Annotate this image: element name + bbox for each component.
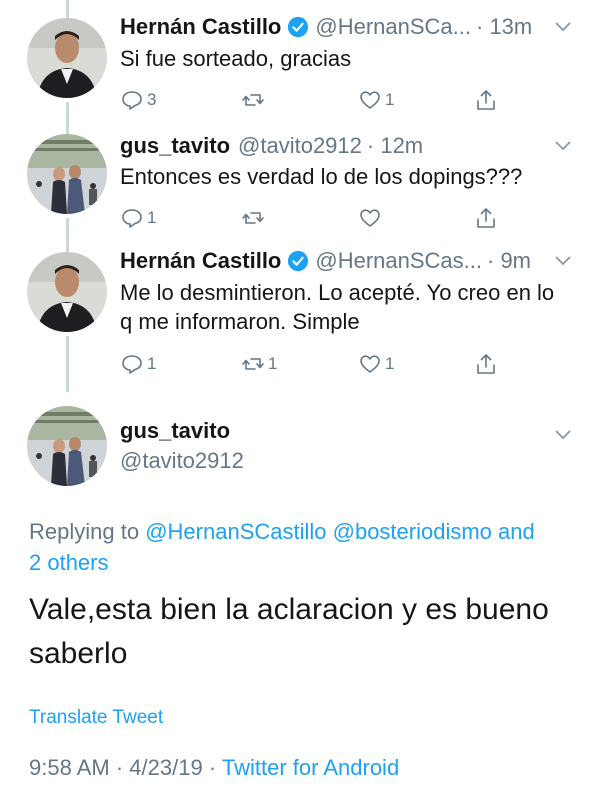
reply-icon	[122, 91, 142, 110]
like-button[interactable]: 1	[358, 88, 394, 112]
share-button[interactable]	[474, 206, 501, 230]
verified-badge-icon	[288, 250, 309, 272]
retweet-icon	[242, 358, 264, 370]
author-name[interactable]: Hernán Castillo	[120, 248, 281, 274]
chevron-down-icon[interactable]	[553, 424, 573, 444]
others-link[interactable]: 2 others	[29, 550, 109, 575]
tweet-metadata: 9:58 AM · 4/23/19 · Twitter for Android	[29, 755, 399, 781]
tweet-text: Si fue sorteado, gracias	[120, 46, 352, 71]
retweet-button[interactable]: 1	[241, 352, 277, 376]
translate-tweet-link[interactable]: Translate Tweet	[29, 707, 163, 729]
heart-icon	[360, 355, 380, 373]
like-button[interactable]	[358, 206, 385, 230]
tweet[interactable]: Hernán Castillo @HernanSCas... · 9m Me l…	[0, 242, 597, 392]
like-count: 1	[385, 354, 395, 373]
author-handle[interactable]: @HernanSCas...	[315, 248, 482, 274]
author-name[interactable]: gus_tavito	[120, 418, 230, 444]
retweet-button[interactable]	[241, 88, 268, 112]
share-button[interactable]	[474, 88, 501, 112]
share-icon	[477, 90, 495, 110]
verified-badge-icon	[288, 16, 309, 38]
reply-count: 3	[147, 90, 157, 109]
tweet-time: · 12m	[366, 133, 424, 158]
retweet-button[interactable]	[241, 206, 268, 230]
avatar-gus[interactable]	[27, 406, 107, 486]
author-name[interactable]: gus_tavito	[120, 133, 230, 159]
tweet[interactable]: gus_tavito @tavito2912 · 12m Entonces es…	[0, 124, 597, 242]
share-button[interactable]	[474, 352, 501, 376]
avatar-hernan[interactable]	[27, 18, 107, 98]
reply-count: 1	[147, 208, 157, 227]
tweet-time: · 13m	[476, 14, 533, 39]
author-handle[interactable]: @tavito2912	[120, 448, 244, 474]
retweet-icon	[242, 94, 264, 106]
share-icon	[477, 208, 495, 228]
retweet-icon	[242, 212, 264, 224]
tweet-source[interactable]: Twitter for Android	[222, 755, 399, 780]
reply-button[interactable]: 1	[120, 352, 156, 376]
tweet-time: · 9m	[487, 248, 531, 273]
chevron-down-icon[interactable]	[553, 250, 573, 270]
separator: ·	[115, 755, 124, 780]
chevron-down-icon[interactable]	[553, 135, 573, 155]
main-tweet-text: Vale,esta bien la aclaracion y es bueno …	[29, 593, 549, 670]
heart-icon	[360, 91, 380, 109]
reply-icon	[122, 209, 142, 228]
author-name[interactable]: Hernán Castillo	[120, 14, 281, 40]
avatar-hernan[interactable]	[27, 252, 107, 332]
tweet-text: Me lo desmintieron. Lo acepté. Yo creo e…	[120, 280, 555, 334]
tweet-text: Entonces es verdad lo de los dopings???	[120, 164, 523, 189]
separator: ·	[208, 755, 217, 780]
reply-button[interactable]: 3	[120, 88, 156, 112]
share-icon	[477, 354, 495, 374]
mention-link[interactable]: @HernanSCastillo	[145, 519, 326, 544]
tweet-date[interactable]: 4/23/19	[129, 755, 202, 780]
chevron-down-icon[interactable]	[553, 16, 573, 36]
reply-count: 1	[147, 354, 157, 373]
author-handle[interactable]: @HernanSCa...	[315, 14, 471, 40]
tweet-time[interactable]: 9:58 AM	[29, 755, 110, 780]
avatar-gus[interactable]	[27, 134, 107, 214]
retweet-count: 1	[268, 354, 278, 373]
reply-icon	[122, 355, 142, 374]
replying-to: Replying to @HernanSCastillo @bosteriodi…	[29, 516, 574, 578]
like-button[interactable]: 1	[358, 352, 394, 376]
mention-link[interactable]: @bosteriodismo	[333, 519, 492, 544]
tweet[interactable]: Hernán Castillo @HernanSCa... · 13m Si f…	[0, 0, 597, 124]
replying-prefix: Replying to	[29, 519, 140, 544]
others-link[interactable]: and	[498, 519, 535, 544]
author-handle[interactable]: @tavito2912	[238, 133, 362, 159]
heart-icon	[360, 209, 380, 227]
like-count: 1	[385, 90, 395, 109]
reply-button[interactable]: 1	[120, 206, 156, 230]
